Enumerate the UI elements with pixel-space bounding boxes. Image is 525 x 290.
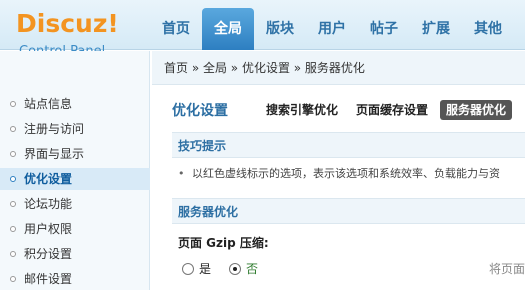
bullet-icon xyxy=(10,201,16,207)
bullet-icon xyxy=(10,176,16,182)
sidebar-item-label: 优化设置 xyxy=(24,172,73,186)
bullet-icon xyxy=(10,151,16,157)
tab-forums[interactable]: 版块 xyxy=(254,8,306,50)
tab-other[interactable]: 其他 xyxy=(462,8,514,50)
sidebar-item-mail[interactable]: 邮件设置 xyxy=(0,268,150,290)
tab-server-optimization[interactable]: 服务器优化 xyxy=(440,100,513,120)
sidebar-item-site-info[interactable]: 站点信息 xyxy=(0,93,150,115)
breadcrumb: 首页 » 全局 » 优化设置 » 服务器优化 xyxy=(152,51,525,85)
sidebar-item-label: 论坛功能 xyxy=(24,197,73,211)
bullet-icon xyxy=(10,101,16,107)
sidebar-item-label: 界面与显示 xyxy=(24,147,85,161)
gzip-no-radio[interactable] xyxy=(229,262,242,275)
sidebar-item-label: 注册与访问 xyxy=(24,122,85,136)
sidebar-item-label: 积分设置 xyxy=(24,247,73,261)
subtabs: 搜索引擎优化 页面缓存设置 服务器优化 xyxy=(260,100,513,120)
section-header: 服务器优化 xyxy=(172,198,525,224)
tab-users[interactable]: 用户 xyxy=(306,8,358,50)
gzip-hint: 将页面 xyxy=(488,262,525,276)
main-content: 优化设置 搜索引擎优化 页面缓存设置 服务器优化 技巧提示 • 以红色虚线标示的选… xyxy=(152,86,525,290)
gzip-no-label[interactable]: 否 xyxy=(246,260,258,277)
gzip-yes-label[interactable]: 是 xyxy=(199,260,211,277)
logo[interactable]: Discuz! Control Panel xyxy=(16,9,136,60)
top-navigation: 首页 全局 版块 用户 帖子 扩展 其他 xyxy=(150,8,514,50)
bullet-icon xyxy=(10,226,16,232)
tips-text: 以红色虚线标示的选项，表示该选项和系统效率、负载能力与资 xyxy=(192,167,500,180)
tab-extensions[interactable]: 扩展 xyxy=(410,8,462,50)
sidebar-item-label: 站点信息 xyxy=(24,97,73,111)
sidebar-item-user-permissions[interactable]: 用户权限 xyxy=(0,218,150,240)
logo-title: Discuz! xyxy=(16,9,119,38)
sidebar-item-interface-display[interactable]: 界面与显示 xyxy=(0,143,150,165)
tab-page-cache[interactable]: 页面缓存设置 xyxy=(350,100,434,120)
tab-posts[interactable]: 帖子 xyxy=(358,8,410,50)
gzip-radio-group: 是 否 xyxy=(182,260,276,277)
bullet-icon: • xyxy=(178,167,185,180)
tab-global[interactable]: 全局 xyxy=(202,8,254,50)
sidebar-item-credits[interactable]: 积分设置 xyxy=(0,243,150,265)
sidebar-item-label: 邮件设置 xyxy=(24,272,73,286)
sidebar-item-label: 用户权限 xyxy=(24,222,73,236)
gzip-yes-radio[interactable] xyxy=(182,262,194,275)
page-title: 优化设置 xyxy=(172,103,228,119)
bullet-icon xyxy=(10,126,16,132)
tips-header: 技巧提示 xyxy=(172,132,525,158)
gzip-label: 页面 Gzip 压缩: xyxy=(178,236,269,250)
bullet-icon xyxy=(10,276,16,282)
tips-item: • 以红色虚线标示的选项，表示该选项和系统效率、负载能力与资 xyxy=(172,162,525,186)
tab-seo[interactable]: 搜索引擎优化 xyxy=(260,100,344,120)
sidebar: 站点信息 注册与访问 界面与显示 优化设置 论坛功能 用户权限 积分设置 邮件设… xyxy=(0,51,150,290)
sidebar-item-forum-features[interactable]: 论坛功能 xyxy=(0,193,150,215)
sidebar-item-register-access[interactable]: 注册与访问 xyxy=(0,118,150,140)
header-bar: Discuz! Control Panel 首页 全局 版块 用户 帖子 扩展 … xyxy=(0,0,525,60)
sidebar-item-optimization[interactable]: 优化设置 xyxy=(0,168,150,190)
bullet-icon xyxy=(10,251,16,257)
tab-home[interactable]: 首页 xyxy=(150,8,202,50)
